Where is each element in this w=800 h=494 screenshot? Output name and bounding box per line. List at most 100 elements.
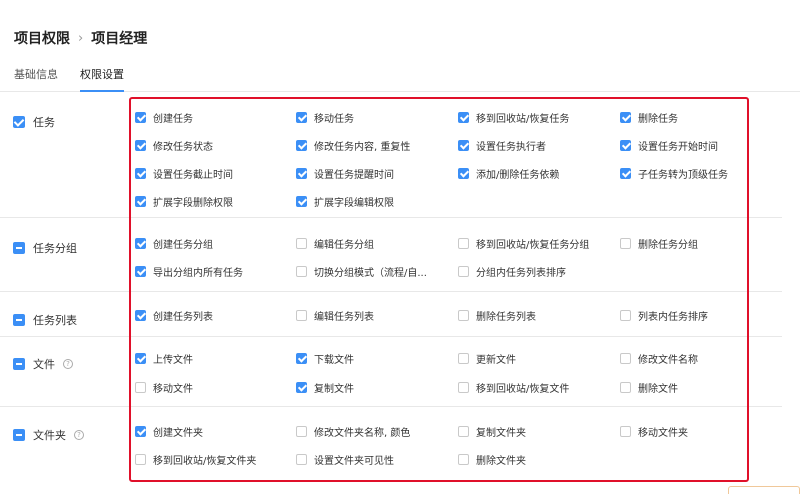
section-header[interactable]: 文件? — [13, 356, 73, 372]
permission-checkbox[interactable]: 扩展字段编辑权限 — [296, 194, 394, 209]
permission-checkbox[interactable]: 扩展字段删除权限 — [135, 194, 233, 209]
checkbox-partial-icon[interactable] — [13, 314, 25, 326]
permission-checkbox[interactable]: 创建任务分组 — [135, 236, 213, 251]
permission-checkbox[interactable]: 修改任务状态 — [135, 138, 213, 153]
permission-checkbox[interactable]: 设置任务开始时间 — [620, 138, 718, 153]
checkbox-checked-icon[interactable] — [135, 168, 146, 179]
permission-checkbox[interactable]: 设置文件夹可见性 — [296, 452, 394, 467]
checkbox-checked-icon[interactable] — [458, 112, 469, 123]
permission-checkbox[interactable]: 移动文件 — [135, 380, 193, 395]
checkbox-checked-icon[interactable] — [620, 140, 631, 151]
checkbox-checked-icon[interactable] — [296, 382, 307, 393]
checkbox-checked-icon[interactable] — [135, 266, 146, 277]
checkbox-checked-icon[interactable] — [135, 353, 146, 364]
permission-checkbox[interactable]: 设置任务提醒时间 — [296, 166, 394, 181]
permission-checkbox[interactable]: 移动文件夹 — [620, 424, 688, 439]
checkbox-unchecked-icon[interactable] — [620, 426, 631, 437]
permission-checkbox[interactable]: 复制文件夹 — [458, 424, 526, 439]
permission-checkbox[interactable]: 移到回收站/恢复任务分组 — [458, 236, 589, 251]
permission-checkbox[interactable]: 修改文件夹名称, 颜色 — [296, 424, 410, 439]
permission-checkbox[interactable]: 删除文件夹 — [458, 452, 526, 467]
permission-checkbox[interactable]: 删除任务列表 — [458, 308, 536, 323]
checkbox-unchecked-icon[interactable] — [458, 454, 469, 465]
breadcrumb-parent[interactable]: 项目权限 — [14, 28, 70, 48]
tab-permission-settings[interactable]: 权限设置 — [80, 66, 124, 92]
permission-checkbox[interactable]: 修改任务内容, 重复性 — [296, 138, 410, 153]
checkbox-checked-icon[interactable] — [620, 112, 631, 123]
checkbox-checked-icon[interactable] — [13, 116, 25, 128]
permission-checkbox[interactable]: 上传文件 — [135, 351, 193, 366]
checkbox-unchecked-icon[interactable] — [620, 238, 631, 249]
checkbox-checked-icon[interactable] — [458, 168, 469, 179]
permission-checkbox[interactable]: 移到回收站/恢复文件 — [458, 380, 569, 395]
permission-checkbox[interactable]: 删除任务分组 — [620, 236, 698, 251]
permission-label: 编辑任务列表 — [314, 312, 374, 323]
checkbox-unchecked-icon[interactable] — [296, 266, 307, 277]
checkbox-partial-icon[interactable] — [13, 242, 25, 254]
checkbox-unchecked-icon[interactable] — [296, 238, 307, 249]
permission-checkbox[interactable]: 导出分组内所有任务 — [135, 264, 243, 279]
permission-checkbox[interactable]: 创建任务 — [135, 110, 193, 125]
permission-checkbox[interactable]: 编辑任务分组 — [296, 236, 374, 251]
checkbox-checked-icon[interactable] — [135, 140, 146, 151]
checkbox-checked-icon[interactable] — [296, 353, 307, 364]
checkbox-checked-icon[interactable] — [135, 310, 146, 321]
checkbox-unchecked-icon[interactable] — [296, 454, 307, 465]
checkbox-unchecked-icon[interactable] — [620, 310, 631, 321]
permission-checkbox[interactable]: 复制文件 — [296, 380, 354, 395]
permission-checkbox[interactable]: 移动任务 — [296, 110, 354, 125]
section-header[interactable]: 文件夹? — [13, 427, 84, 443]
checkbox-unchecked-icon[interactable] — [296, 426, 307, 437]
checkbox-checked-icon[interactable] — [296, 196, 307, 207]
section-header[interactable]: 任务分组 — [13, 240, 77, 256]
checkbox-partial-icon[interactable] — [13, 358, 25, 370]
checkbox-checked-icon[interactable] — [296, 140, 307, 151]
checkbox-checked-icon[interactable] — [135, 426, 146, 437]
checkbox-unchecked-icon[interactable] — [620, 382, 631, 393]
checkbox-checked-icon[interactable] — [458, 140, 469, 151]
section-header[interactable]: 任务 — [13, 114, 55, 130]
checkbox-checked-icon[interactable] — [135, 196, 146, 207]
checkbox-unchecked-icon[interactable] — [458, 353, 469, 364]
checkbox-unchecked-icon[interactable] — [296, 310, 307, 321]
permission-checkbox[interactable]: 下载文件 — [296, 351, 354, 366]
permission-checkbox[interactable]: 删除任务 — [620, 110, 678, 125]
permission-checkbox[interactable]: 分组内任务列表排序 — [458, 264, 566, 279]
permission-checkbox[interactable]: 移到回收站/恢复文件夹 — [135, 452, 256, 467]
permission-checkbox[interactable]: 设置任务执行者 — [458, 138, 546, 153]
checkbox-checked-icon[interactable] — [135, 112, 146, 123]
help-icon[interactable]: ? — [74, 430, 84, 440]
permission-checkbox[interactable]: 移到回收站/恢复任务 — [458, 110, 569, 125]
checkbox-checked-icon[interactable] — [296, 112, 307, 123]
permission-checkbox[interactable]: 编辑任务列表 — [296, 308, 374, 323]
tab-basic-info[interactable]: 基础信息 — [14, 66, 58, 82]
checkbox-partial-icon[interactable] — [13, 429, 25, 441]
permission-checkbox[interactable]: 更新文件 — [458, 351, 516, 366]
checkbox-unchecked-icon[interactable] — [458, 310, 469, 321]
permission-checkbox[interactable]: 创建文件夹 — [135, 424, 203, 439]
permission-checkbox[interactable]: 删除文件 — [620, 380, 678, 395]
permission-checkbox[interactable]: 添加/删除任务依赖 — [458, 166, 559, 181]
checkbox-unchecked-icon[interactable] — [135, 382, 146, 393]
checkbox-checked-icon[interactable] — [620, 168, 631, 179]
permission-label: 修改文件夹名称, 颜色 — [314, 428, 411, 439]
permission-label: 删除文件夹 — [476, 456, 526, 467]
permission-checkbox[interactable]: 列表内任务排序 — [620, 308, 708, 323]
permission-checkbox[interactable]: 切换分组模式（流程/自... — [296, 264, 427, 279]
checkbox-checked-icon[interactable] — [135, 238, 146, 249]
checkbox-unchecked-icon[interactable] — [620, 353, 631, 364]
checkbox-unchecked-icon[interactable] — [458, 266, 469, 277]
checkbox-unchecked-icon[interactable] — [458, 238, 469, 249]
checkbox-unchecked-icon[interactable] — [135, 454, 146, 465]
permission-label: 移到回收站/恢复任务分组 — [476, 240, 590, 251]
permission-checkbox[interactable]: 子任务转为顶级任务 — [620, 166, 728, 181]
checkbox-checked-icon[interactable] — [296, 168, 307, 179]
checkbox-unchecked-icon[interactable] — [458, 382, 469, 393]
checkbox-unchecked-icon[interactable] — [458, 426, 469, 437]
permission-checkbox[interactable]: 设置任务截止时间 — [135, 166, 233, 181]
permission-checkbox[interactable]: 修改文件名称 — [620, 351, 698, 366]
section-header[interactable]: 任务列表 — [13, 312, 77, 328]
permission-checkbox[interactable]: 创建任务列表 — [135, 308, 213, 323]
permission-label: 上传文件 — [153, 355, 193, 366]
help-icon[interactable]: ? — [63, 359, 73, 369]
